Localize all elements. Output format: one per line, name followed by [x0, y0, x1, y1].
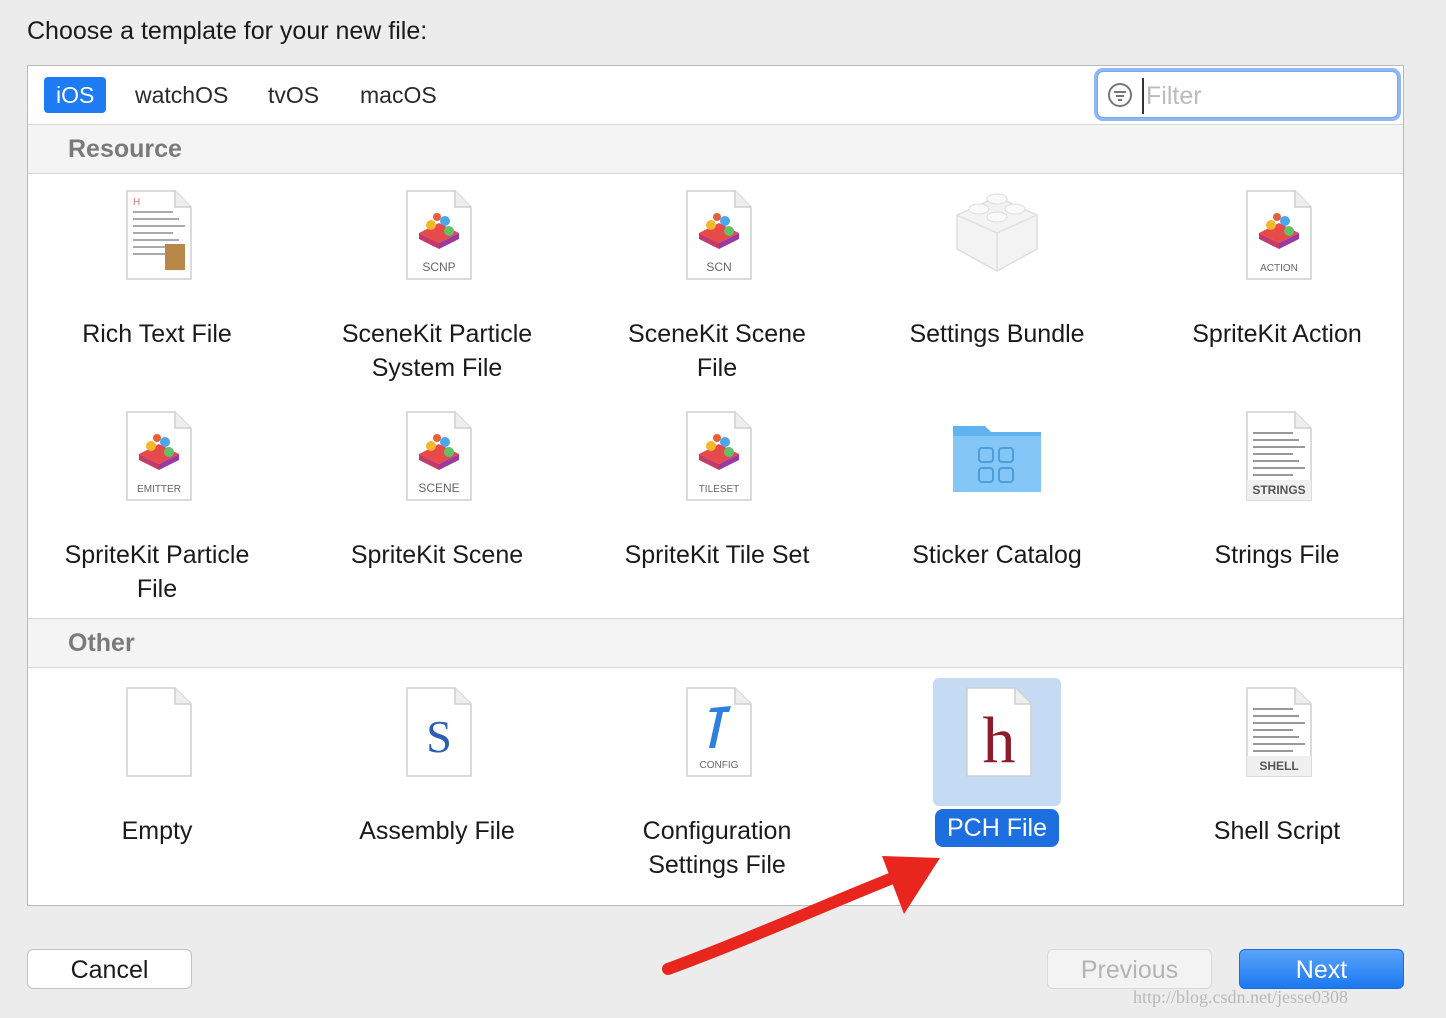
watermark: http://blog.csdn.net/jesse0308: [1133, 987, 1348, 1007]
red-arrow-annotation: [662, 856, 940, 975]
